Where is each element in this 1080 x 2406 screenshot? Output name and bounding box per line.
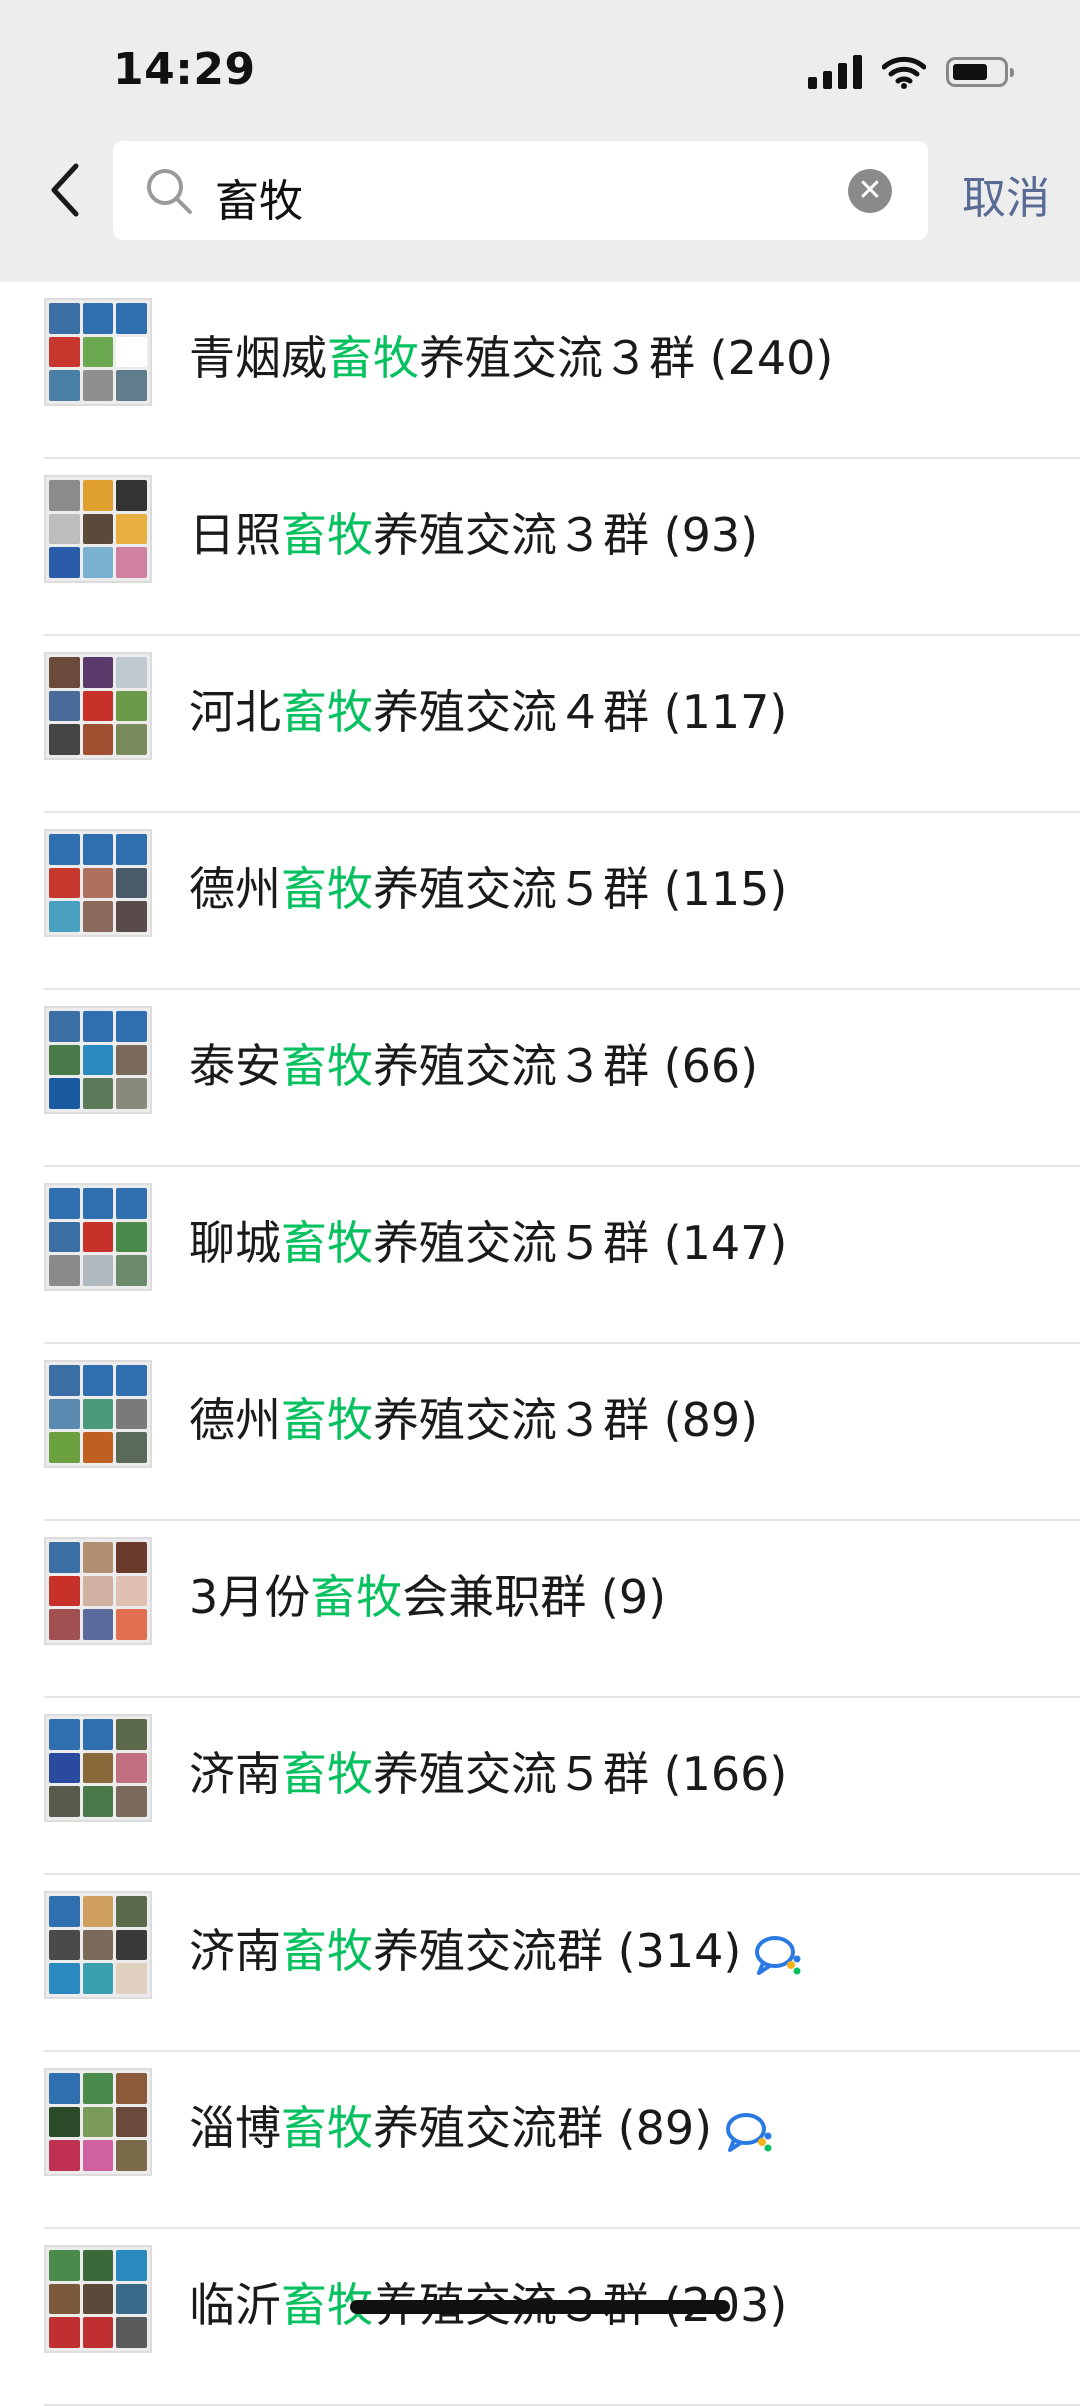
search-match-highlight: 畜牧	[281, 1393, 373, 1447]
group-name-prefix: 泰安	[189, 1039, 281, 1093]
group-name: 济南畜牧养殖交流群 (314)	[189, 1915, 803, 1981]
group-name: 德州畜牧养殖交流５群 (115)	[189, 853, 787, 919]
group-avatar	[44, 1891, 152, 1999]
group-chat-row[interactable]: 青烟威畜牧养殖交流３群 (240)	[0, 282, 1080, 459]
group-name: 泰安畜牧养殖交流３群 (66)	[189, 1030, 758, 1096]
group-name: 日照畜牧养殖交流３群 (93)	[189, 499, 758, 565]
group-name-suffix: 养殖交流５群 (166)	[373, 1747, 788, 1801]
group-avatar	[44, 2068, 152, 2176]
group-name-suffix: 养殖交流５群 (115)	[373, 862, 788, 916]
search-input[interactable]: 畜牧 ✕	[113, 141, 928, 240]
group-name-suffix: 养殖交流３群 (93)	[373, 508, 759, 562]
group-name-suffix: 养殖交流３群 (66)	[373, 1039, 759, 1093]
group-name-suffix: 养殖交流３群 (240)	[419, 331, 834, 385]
search-query[interactable]: 畜牧	[215, 165, 303, 229]
back-chevron-icon[interactable]	[44, 160, 88, 220]
group-name-suffix: 养殖交流５群 (147)	[373, 1216, 788, 1270]
cellular-signal-icon	[808, 55, 862, 89]
group-name: 聊城畜牧养殖交流５群 (147)	[189, 1207, 787, 1273]
group-chat-row[interactable]: 日照畜牧养殖交流３群 (93)	[0, 459, 1080, 636]
group-name: 德州畜牧养殖交流３群 (89)	[189, 1384, 758, 1450]
group-name: 河北畜牧养殖交流４群 (117)	[189, 676, 787, 742]
status-time: 14:29	[113, 44, 256, 95]
home-indicator	[350, 2300, 730, 2314]
wecom-chat-icon	[726, 2112, 772, 2152]
group-chat-row[interactable]: 德州畜牧养殖交流３群 (89)	[0, 1344, 1080, 1521]
group-name-suffix: 会兼职群 (9)	[402, 1570, 667, 1624]
search-match-highlight: 畜牧	[281, 2101, 373, 2155]
group-avatar	[44, 1714, 152, 1822]
group-name-prefix: 德州	[189, 862, 281, 916]
group-avatar	[44, 829, 152, 937]
group-name-prefix: 河北	[189, 685, 281, 739]
group-name: 3月份畜牧会兼职群 (9)	[189, 1561, 666, 1627]
group-chat-row[interactable]: 德州畜牧养殖交流５群 (115)	[0, 813, 1080, 990]
group-name-suffix: 养殖交流群 (314)	[373, 1924, 742, 1978]
group-name-prefix: 3月份	[189, 1570, 311, 1624]
group-chat-row[interactable]: 济南畜牧养殖交流群 (314)	[0, 1875, 1080, 2052]
wifi-icon	[882, 56, 926, 89]
group-avatar	[44, 652, 152, 760]
clear-search-icon[interactable]: ✕	[848, 169, 892, 213]
group-chat-row[interactable]: 聊城畜牧养殖交流５群 (147)	[0, 1167, 1080, 1344]
search-match-highlight: 畜牧	[281, 685, 373, 739]
group-chat-row[interactable]: 济南畜牧养殖交流５群 (166)	[0, 1698, 1080, 1875]
group-chat-row[interactable]: 3月份畜牧会兼职群 (9)	[0, 1521, 1080, 1698]
group-name: 淄博畜牧养殖交流群 (89)	[189, 2092, 774, 2158]
search-icon	[147, 169, 192, 214]
group-name-prefix: 临沂	[189, 2278, 281, 2332]
group-avatar	[44, 298, 152, 406]
group-chat-row[interactable]: 临沂畜牧养殖交流３群 (203)	[0, 2229, 1080, 2406]
group-name-prefix: 聊城	[189, 1216, 281, 1270]
group-name-suffix: 养殖交流群 (89)	[373, 2101, 713, 2155]
group-chat-row[interactable]: 淄博畜牧养殖交流群 (89)	[0, 2052, 1080, 2229]
group-avatar	[44, 475, 152, 583]
group-name: 济南畜牧养殖交流５群 (166)	[189, 1738, 787, 1804]
group-name-prefix: 淄博	[189, 2101, 281, 2155]
search-match-highlight: 畜牧	[327, 331, 419, 385]
search-match-highlight: 畜牧	[281, 1924, 373, 1978]
group-chat-row[interactable]: 泰安畜牧养殖交流３群 (66)	[0, 990, 1080, 1167]
search-results-list: 青烟威畜牧养殖交流３群 (240) 日照畜牧养殖交流３群 (93) 河北畜牧养殖交流…	[0, 282, 1080, 2406]
group-avatar	[44, 1183, 152, 1291]
group-name-prefix: 日照	[189, 508, 281, 562]
group-avatar	[44, 1360, 152, 1468]
group-name-suffix: 养殖交流４群 (117)	[373, 685, 788, 739]
group-name-prefix: 济南	[189, 1924, 281, 1978]
group-avatar	[44, 1537, 152, 1645]
search-match-highlight: 畜牧	[281, 508, 373, 562]
search-match-highlight: 畜牧	[281, 1747, 373, 1801]
wecom-chat-icon	[755, 1935, 801, 1975]
group-name-prefix: 青烟威	[189, 331, 327, 385]
header: 14:29 畜牧 ✕ 取消	[0, 0, 1080, 282]
group-name-suffix: 养殖交流３群 (89)	[373, 1393, 759, 1447]
group-name-prefix: 德州	[189, 1393, 281, 1447]
search-match-highlight: 畜牧	[310, 1570, 403, 1624]
search-match-highlight: 畜牧	[281, 1216, 373, 1270]
group-name: 青烟威畜牧养殖交流３群 (240)	[189, 322, 833, 388]
group-name-prefix: 济南	[189, 1747, 281, 1801]
cancel-button[interactable]: 取消	[962, 162, 1050, 226]
group-avatar	[44, 1006, 152, 1114]
group-chat-row[interactable]: 河北畜牧养殖交流４群 (117)	[0, 636, 1080, 813]
search-match-highlight: 畜牧	[281, 862, 373, 916]
battery-icon	[946, 57, 1014, 87]
status-icons	[808, 52, 1014, 92]
search-match-highlight: 畜牧	[281, 1039, 373, 1093]
